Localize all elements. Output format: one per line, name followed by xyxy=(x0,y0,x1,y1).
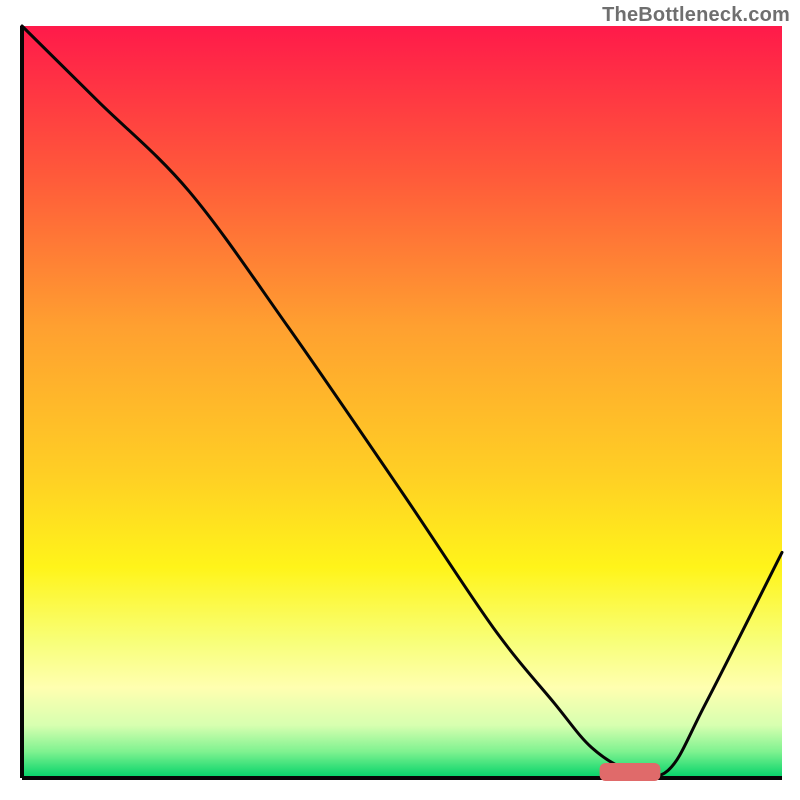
optimal-range-marker xyxy=(600,763,661,781)
watermark-text: TheBottleneck.com xyxy=(602,4,790,27)
bottleneck-chart xyxy=(0,0,800,800)
chart-container: TheBottleneck.com xyxy=(0,0,800,800)
